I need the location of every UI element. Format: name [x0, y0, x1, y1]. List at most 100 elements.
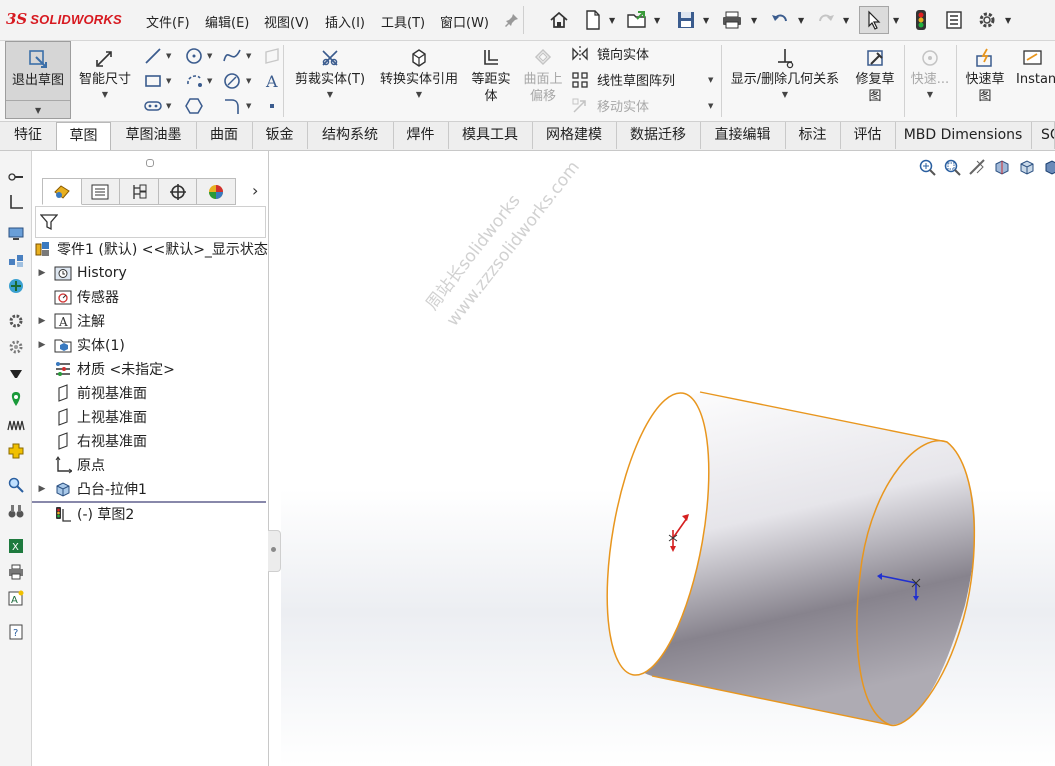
binoculars-icon[interactable]: [6, 501, 26, 521]
gear-icon[interactable]: [6, 311, 26, 331]
chevron-down-icon[interactable]: ▼: [798, 16, 804, 25]
expand-arrow-icon[interactable]: ▶: [36, 340, 48, 350]
offset-entities-button[interactable]: 等距实 体: [467, 41, 515, 105]
view-orientation-icon[interactable]: [1016, 156, 1037, 177]
tab-overflow[interactable]: SC: [1031, 122, 1055, 149]
exit-sketch-button[interactable]: 退出草图 ▼: [5, 41, 71, 119]
axis-icon[interactable]: [6, 192, 26, 212]
property-manager-tab-icon[interactable]: [81, 178, 121, 205]
open-folder-icon[interactable]: [625, 8, 649, 32]
tab-features[interactable]: 特征: [0, 122, 57, 149]
zoom-to-area-icon[interactable]: [941, 156, 962, 177]
chevron-down-icon[interactable]: ▼: [35, 106, 41, 115]
monitor-icon[interactable]: [6, 224, 26, 244]
chevron-down-icon[interactable]: ▼: [893, 16, 899, 25]
file-explorer-icon[interactable]: [6, 276, 26, 296]
tab-evaluate[interactable]: 评估: [840, 122, 896, 149]
tab-data-migration[interactable]: 数据迁移: [616, 122, 701, 149]
chevron-down-icon[interactable]: ▼: [166, 77, 171, 85]
design-library-icon[interactable]: [6, 250, 26, 270]
tree-item-origin[interactable]: 原点: [36, 454, 105, 476]
panel-splitter-handle[interactable]: [268, 530, 281, 572]
rectangle-icon[interactable]: [143, 71, 163, 91]
chevron-right-icon[interactable]: ›: [252, 181, 258, 200]
select-pointer-icon[interactable]: [859, 6, 889, 34]
smart-dimension-button[interactable]: 智能尺寸 ▼: [74, 41, 136, 99]
chevron-down-icon[interactable]: ▼: [751, 16, 757, 25]
chevron-down-icon[interactable]: ▼: [246, 102, 251, 110]
text-annotation-icon[interactable]: A: [6, 588, 26, 608]
line-icon[interactable]: [143, 46, 163, 66]
pin-icon[interactable]: [500, 8, 524, 32]
tab-mold-tools[interactable]: 模具工具: [448, 122, 533, 149]
tree-item-front-plane[interactable]: 前视基准面: [36, 382, 147, 404]
new-document-icon[interactable]: [581, 8, 605, 32]
straight-slot-icon[interactable]: [143, 96, 163, 116]
chevron-down-icon[interactable]: ▼: [374, 90, 464, 99]
previous-view-icon[interactable]: [966, 156, 987, 177]
tab-structure-system[interactable]: 结构系统: [307, 122, 394, 149]
tab-mbd-dimensions[interactable]: MBD Dimensions: [895, 122, 1032, 149]
chevron-down-icon[interactable]: ▼: [609, 16, 615, 25]
tab-markup[interactable]: 标注: [785, 122, 841, 149]
display-style-icon[interactable]: [1041, 156, 1055, 177]
plus-block-icon[interactable]: [6, 441, 26, 461]
chevron-down-icon[interactable]: ▼: [166, 102, 171, 110]
panel-grip[interactable]: [146, 159, 154, 167]
mirror-entities-button[interactable]: 镜向实体: [571, 44, 649, 63]
menu-view[interactable]: 视图(V): [264, 12, 309, 31]
tab-sketch[interactable]: 草图: [56, 122, 111, 150]
appearances-gear-icon[interactable]: [6, 337, 26, 357]
fillet-corner-icon[interactable]: [222, 96, 242, 116]
chevron-down-icon[interactable]: ▼: [74, 90, 136, 99]
expand-arrow-icon[interactable]: ▶: [36, 268, 48, 278]
tree-item-annotations[interactable]: ▶ A 注解: [36, 310, 105, 332]
chevron-down-icon[interactable]: ▼: [246, 77, 251, 85]
home-icon[interactable]: [547, 8, 571, 32]
tree-item-sensors[interactable]: 传感器: [36, 286, 119, 308]
display-manager-tab-icon[interactable]: [197, 178, 236, 205]
dimxpert-tab-icon[interactable]: [158, 178, 198, 205]
help-document-icon[interactable]: ?: [6, 622, 26, 642]
chevron-down-icon[interactable]: ▼: [207, 77, 212, 85]
rebuild-traffic-light-icon[interactable]: [909, 8, 933, 32]
chevron-down-icon[interactable]: ▼: [166, 52, 171, 60]
spring-icon[interactable]: [6, 415, 26, 435]
tab-direct-editing[interactable]: 直接编辑: [700, 122, 786, 149]
scene-bowl-icon[interactable]: [6, 363, 26, 383]
chevron-down-icon[interactable]: ▼: [703, 16, 709, 25]
rapid-sketch-button[interactable]: 快速草 图: [960, 41, 1010, 105]
excel-icon[interactable]: X: [6, 536, 26, 556]
tree-item-material[interactable]: 材质 <未指定>: [36, 358, 175, 380]
tree-item-boss-extrude[interactable]: ▶ 凸台-拉伸1: [36, 478, 147, 500]
convert-entities-button[interactable]: 转换实体引用 ▼: [374, 41, 464, 99]
undo-icon[interactable]: [768, 8, 792, 32]
tool-magnifier-icon[interactable]: [6, 167, 26, 187]
display-relations-button[interactable]: 显示/删除几何关系 ▼: [726, 41, 844, 99]
zoom-to-fit-icon[interactable]: [916, 156, 937, 177]
menu-file[interactable]: 文件(F): [146, 12, 190, 31]
repair-sketch-button[interactable]: 修复草 图: [850, 41, 900, 105]
tree-item-history[interactable]: ▶ History: [36, 262, 127, 284]
cylinder-model[interactable]: [600, 380, 990, 740]
location-pin-icon[interactable]: [6, 389, 26, 409]
instant2d-button[interactable]: Instan: [1014, 41, 1055, 88]
point-icon[interactable]: [262, 96, 282, 116]
menu-window[interactable]: 窗口(W): [440, 12, 489, 31]
feature-manager-tab-icon[interactable]: [42, 178, 82, 205]
chevron-down-icon[interactable]: ▼: [1005, 16, 1011, 25]
chevron-down-icon[interactable]: ▼: [246, 52, 251, 60]
text-icon[interactable]: A: [262, 71, 282, 91]
slot-icon[interactable]: [184, 71, 204, 91]
menu-tools[interactable]: 工具(T): [381, 12, 425, 31]
menu-edit[interactable]: 编辑(E): [205, 12, 249, 31]
feature-tree-filter[interactable]: [35, 206, 266, 238]
save-icon[interactable]: [674, 8, 698, 32]
chevron-down-icon[interactable]: ▼: [290, 90, 370, 99]
chevron-down-icon[interactable]: ▼: [207, 52, 212, 60]
file-properties-icon[interactable]: [942, 8, 966, 32]
tab-surfaces[interactable]: 曲面: [196, 122, 253, 149]
options-gear-icon[interactable]: [975, 8, 999, 32]
expand-arrow-icon[interactable]: ▶: [36, 484, 48, 494]
polygon-icon[interactable]: [184, 96, 204, 116]
